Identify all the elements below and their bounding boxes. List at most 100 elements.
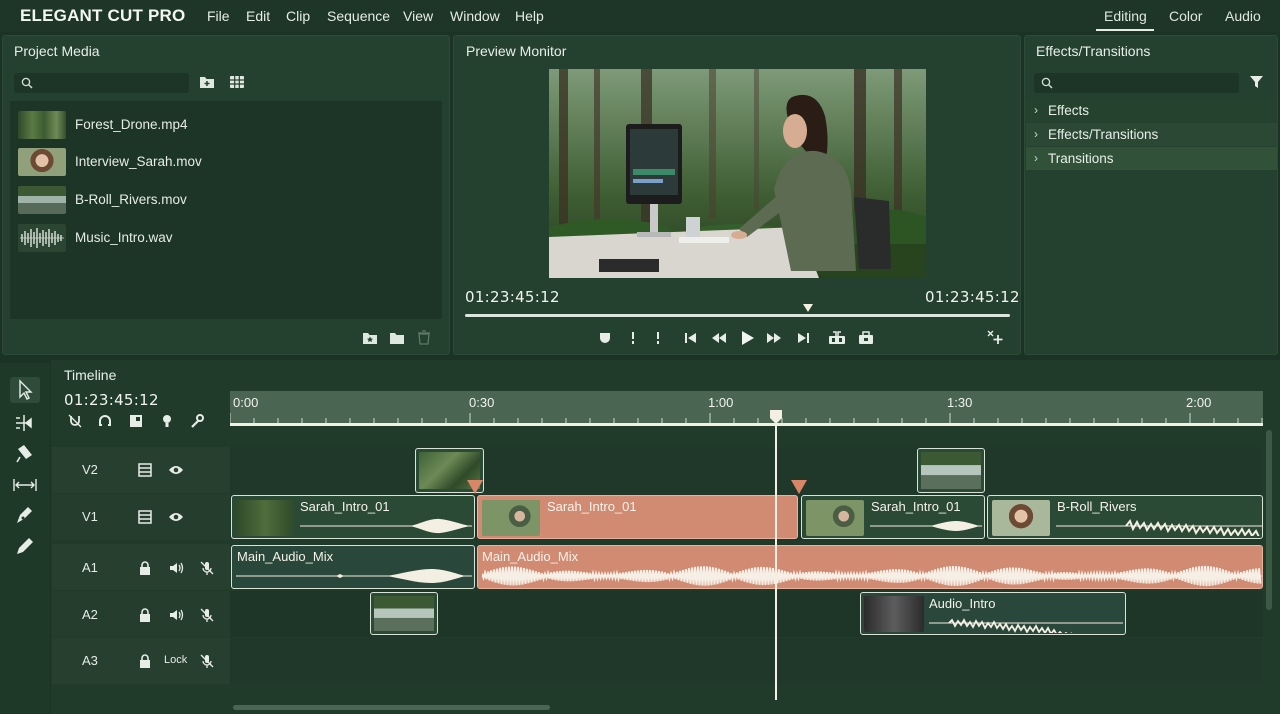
magnet-icon[interactable] <box>97 413 113 429</box>
clip-waveform <box>870 521 982 531</box>
effects-category-label: Effects/Transitions <box>1048 127 1159 142</box>
timeline-vertical-scrollbar[interactable] <box>1266 430 1272 610</box>
effects-category-transitions[interactable]: › Transitions <box>1026 147 1277 170</box>
razor-icon <box>16 445 32 463</box>
rewind-icon[interactable] <box>710 330 728 346</box>
cursor-icon <box>19 379 33 400</box>
ruler-label: 2:00 <box>1186 395 1212 410</box>
track-header-a2: A2 <box>52 591 230 637</box>
mic-muted-icon[interactable] <box>199 607 215 623</box>
search-icon <box>1041 77 1053 89</box>
effects-category-effects[interactable]: › Effects <box>1026 99 1277 122</box>
media-item[interactable]: Music_Intro.wav <box>18 224 438 252</box>
mic-muted-icon[interactable] <box>199 560 215 576</box>
slip-tool[interactable] <box>10 472 40 498</box>
filter-icon[interactable] <box>1249 75 1264 89</box>
grid-view-icon[interactable] <box>229 75 245 89</box>
fast-forward-icon[interactable] <box>765 330 783 346</box>
overwrite-icon[interactable] <box>857 330 875 346</box>
new-bin-icon[interactable] <box>199 75 215 89</box>
media-search-input[interactable] <box>14 73 189 93</box>
razor-tool[interactable] <box>10 441 40 467</box>
timeline-timecode: 01:23:45:12 <box>64 391 159 409</box>
pen-tool[interactable] <box>10 503 40 529</box>
marker-bulb-icon[interactable] <box>159 413 175 429</box>
clip-waveform <box>1056 519 1262 536</box>
go-to-end-icon[interactable] <box>794 330 812 346</box>
folder-icon[interactable] <box>389 331 405 345</box>
filmstrip-icon[interactable] <box>137 462 153 478</box>
preview-video-frame[interactable] <box>549 69 926 278</box>
pencil-icon <box>17 538 33 554</box>
menu-help[interactable]: Help <box>515 8 544 24</box>
eye-icon[interactable] <box>168 462 184 478</box>
selection-tool[interactable] <box>10 377 40 403</box>
media-item-label: Interview_Sarah.mov <box>75 154 202 169</box>
ripple-edit-tool[interactable] <box>10 410 40 436</box>
clip-a1[interactable]: Main_Audio_Mix <box>231 545 475 589</box>
mark-out-icon[interactable] <box>624 330 642 346</box>
clip-a1-selected[interactable]: Main_Audio_Mix <box>477 545 1263 589</box>
portrait-thumb <box>18 148 66 176</box>
timeline-playhead[interactable] <box>775 412 777 700</box>
media-item[interactable]: Interview_Sarah.mov <box>18 148 438 176</box>
playhead-handle-icon[interactable] <box>769 409 783 425</box>
pencil-tool[interactable] <box>10 535 40 561</box>
workspace-tab-audio[interactable]: Audio <box>1225 8 1261 24</box>
eye-icon[interactable] <box>168 509 184 525</box>
clip-v1-selected[interactable]: Sarah_Intro_01 <box>477 495 798 539</box>
mic-muted-icon[interactable] <box>199 653 215 669</box>
mark-in-icon[interactable] <box>596 330 614 346</box>
clip-a2-river[interactable] <box>370 592 438 635</box>
clip-v1[interactable]: Sarah_Intro_01 <box>231 495 475 539</box>
duration-timecode: 01:23:45:12 <box>925 288 1020 306</box>
preview-scrubber[interactable] <box>465 314 1010 317</box>
menu-view[interactable]: View <box>403 8 433 24</box>
workspace-tab-color[interactable]: Color <box>1169 8 1202 24</box>
favorite-bin-icon[interactable] <box>362 331 378 345</box>
scrubber-playhead-icon[interactable] <box>802 303 814 313</box>
transition-marker-icon[interactable] <box>466 479 484 495</box>
track-name: A1 <box>82 560 98 575</box>
wrench-icon[interactable] <box>189 413 205 429</box>
clip-thumbnail <box>864 596 924 632</box>
clip-v1[interactable]: B-Roll_Rivers <box>987 495 1263 539</box>
clip-v2-river[interactable] <box>917 448 985 493</box>
effects-category-effects-transitions[interactable]: › Effects/Transitions <box>1026 123 1277 146</box>
lock-label[interactable]: Lock <box>164 654 187 666</box>
filmstrip-icon[interactable] <box>137 509 153 525</box>
timeline-horizontal-scrollbar[interactable] <box>233 705 550 710</box>
settings-add-icon[interactable] <box>986 329 1004 345</box>
linked-selection-icon[interactable] <box>128 413 144 429</box>
lock-icon[interactable] <box>137 560 153 576</box>
track-name: A2 <box>82 607 98 622</box>
go-to-start-icon[interactable] <box>682 330 700 346</box>
clip-label: B-Roll_Rivers <box>1057 499 1137 514</box>
media-item[interactable]: Forest_Drone.mp4 <box>18 111 438 139</box>
menu-clip[interactable]: Clip <box>286 8 310 24</box>
lock-icon[interactable] <box>137 653 153 669</box>
menu-sequence[interactable]: Sequence <box>327 8 390 24</box>
effects-search-input[interactable] <box>1034 73 1239 93</box>
menu-window[interactable]: Window <box>450 8 500 24</box>
clip-thumbnail <box>236 500 294 536</box>
workspace-tab-editing[interactable]: Editing <box>1104 8 1147 24</box>
trash-icon[interactable] <box>417 330 431 345</box>
media-item[interactable]: B-Roll_Rivers.mov <box>18 186 438 214</box>
add-marker-icon[interactable] <box>649 330 667 346</box>
speaker-icon[interactable] <box>168 560 184 576</box>
track-lane-v2[interactable] <box>230 447 1263 493</box>
lock-icon[interactable] <box>137 607 153 623</box>
insert-icon[interactable] <box>828 330 846 346</box>
menu-edit[interactable]: Edit <box>246 8 270 24</box>
clip-v1[interactable]: Sarah_Intro_01 <box>801 495 985 539</box>
clip-a2[interactable]: Audio_Intro <box>860 592 1126 635</box>
speaker-icon[interactable] <box>168 607 184 623</box>
clip-thumbnail <box>921 452 981 489</box>
snap-off-icon[interactable] <box>67 413 83 429</box>
clip-thumbnail <box>806 500 864 536</box>
track-lane-a3[interactable] <box>230 638 1263 684</box>
play-icon[interactable] <box>738 330 756 346</box>
transition-marker-icon[interactable] <box>790 479 808 495</box>
menu-file[interactable]: File <box>207 8 230 24</box>
